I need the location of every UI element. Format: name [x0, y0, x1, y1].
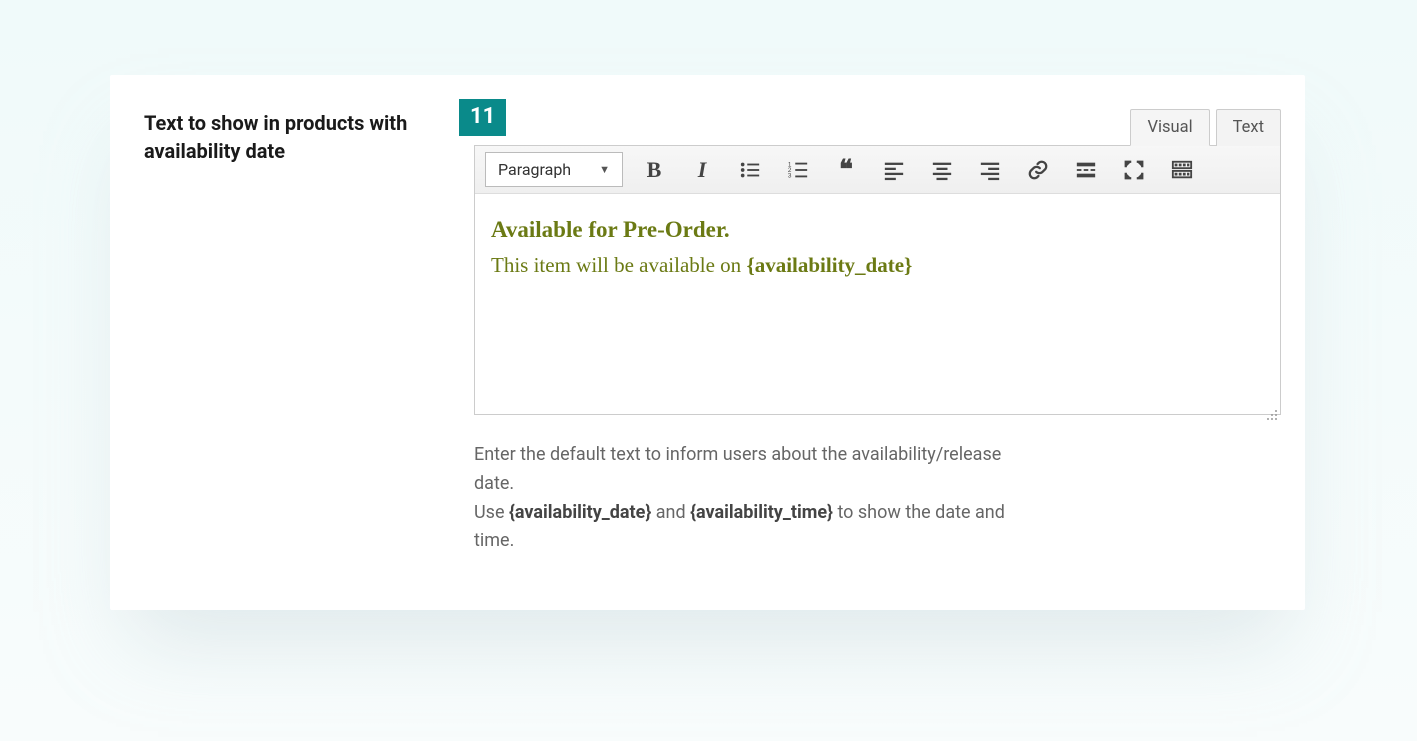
read-more-icon	[1075, 159, 1097, 181]
align-center-button[interactable]	[925, 153, 959, 187]
toolbar-toggle-icon	[1171, 159, 1193, 181]
settings-row: Text to show in products with availabili…	[110, 75, 1305, 580]
numbered-list-icon: 123	[787, 159, 809, 181]
align-right-icon	[979, 159, 1001, 181]
fullscreen-icon	[1123, 159, 1145, 181]
read-more-button[interactable]	[1069, 153, 1103, 187]
help-line-2: Use {availability_date} and {availabilit…	[474, 499, 1014, 557]
editor-tabs: Visual Text	[474, 109, 1281, 146]
align-left-icon	[883, 159, 905, 181]
italic-button[interactable]: I	[685, 153, 719, 187]
settings-card: Text to show in products with availabili…	[110, 75, 1305, 610]
toolbar-toggle-button[interactable]	[1165, 153, 1199, 187]
editor-content[interactable]: Available for Pre-Order. This item will …	[475, 194, 1280, 414]
blockquote-button[interactable]: ❝	[829, 153, 863, 187]
tab-text[interactable]: Text	[1216, 109, 1281, 146]
numbered-list-button[interactable]: 123	[781, 153, 815, 187]
fullscreen-button[interactable]	[1117, 153, 1151, 187]
content-line-1: Available for Pre-Order.	[491, 212, 1264, 249]
help-text: Enter the default text to inform users a…	[474, 441, 1014, 556]
align-center-icon	[931, 159, 953, 181]
format-select[interactable]: Paragraph ▼	[485, 152, 623, 187]
editor-toolbar: Paragraph ▼ B I 123 ❝	[475, 146, 1280, 194]
bullet-list-icon	[739, 159, 761, 181]
placeholder-availability-date: {availability_date}	[509, 502, 651, 523]
svg-text:3: 3	[788, 172, 792, 179]
format-select-label: Paragraph	[498, 160, 571, 179]
tab-visual[interactable]: Visual	[1130, 109, 1209, 146]
resize-handle[interactable]	[1264, 398, 1278, 412]
link-button[interactable]	[1021, 153, 1055, 187]
editor-frame: Paragraph ▼ B I 123 ❝	[474, 145, 1281, 415]
step-badge: 11	[459, 99, 506, 136]
align-right-button[interactable]	[973, 153, 1007, 187]
blockquote-icon: ❝	[839, 163, 853, 176]
content-line-2: This item will be available on {availabi…	[491, 249, 1264, 283]
link-icon	[1027, 159, 1049, 181]
chevron-down-icon: ▼	[599, 163, 610, 176]
availability-date-placeholder: {availability_date}	[746, 253, 912, 277]
bold-button[interactable]: B	[637, 153, 671, 187]
placeholder-availability-time: {availability_time}	[690, 502, 833, 523]
bullet-list-button[interactable]	[733, 153, 767, 187]
italic-icon: I	[698, 157, 707, 183]
align-left-button[interactable]	[877, 153, 911, 187]
help-line-1: Enter the default text to inform users a…	[474, 441, 1014, 499]
field-label: Text to show in products with availabili…	[144, 109, 454, 165]
editor-column: 11 Visual Text Paragraph ▼ B I	[474, 109, 1281, 556]
bold-icon: B	[647, 157, 662, 183]
field-label-column: Text to show in products with availabili…	[144, 109, 474, 165]
